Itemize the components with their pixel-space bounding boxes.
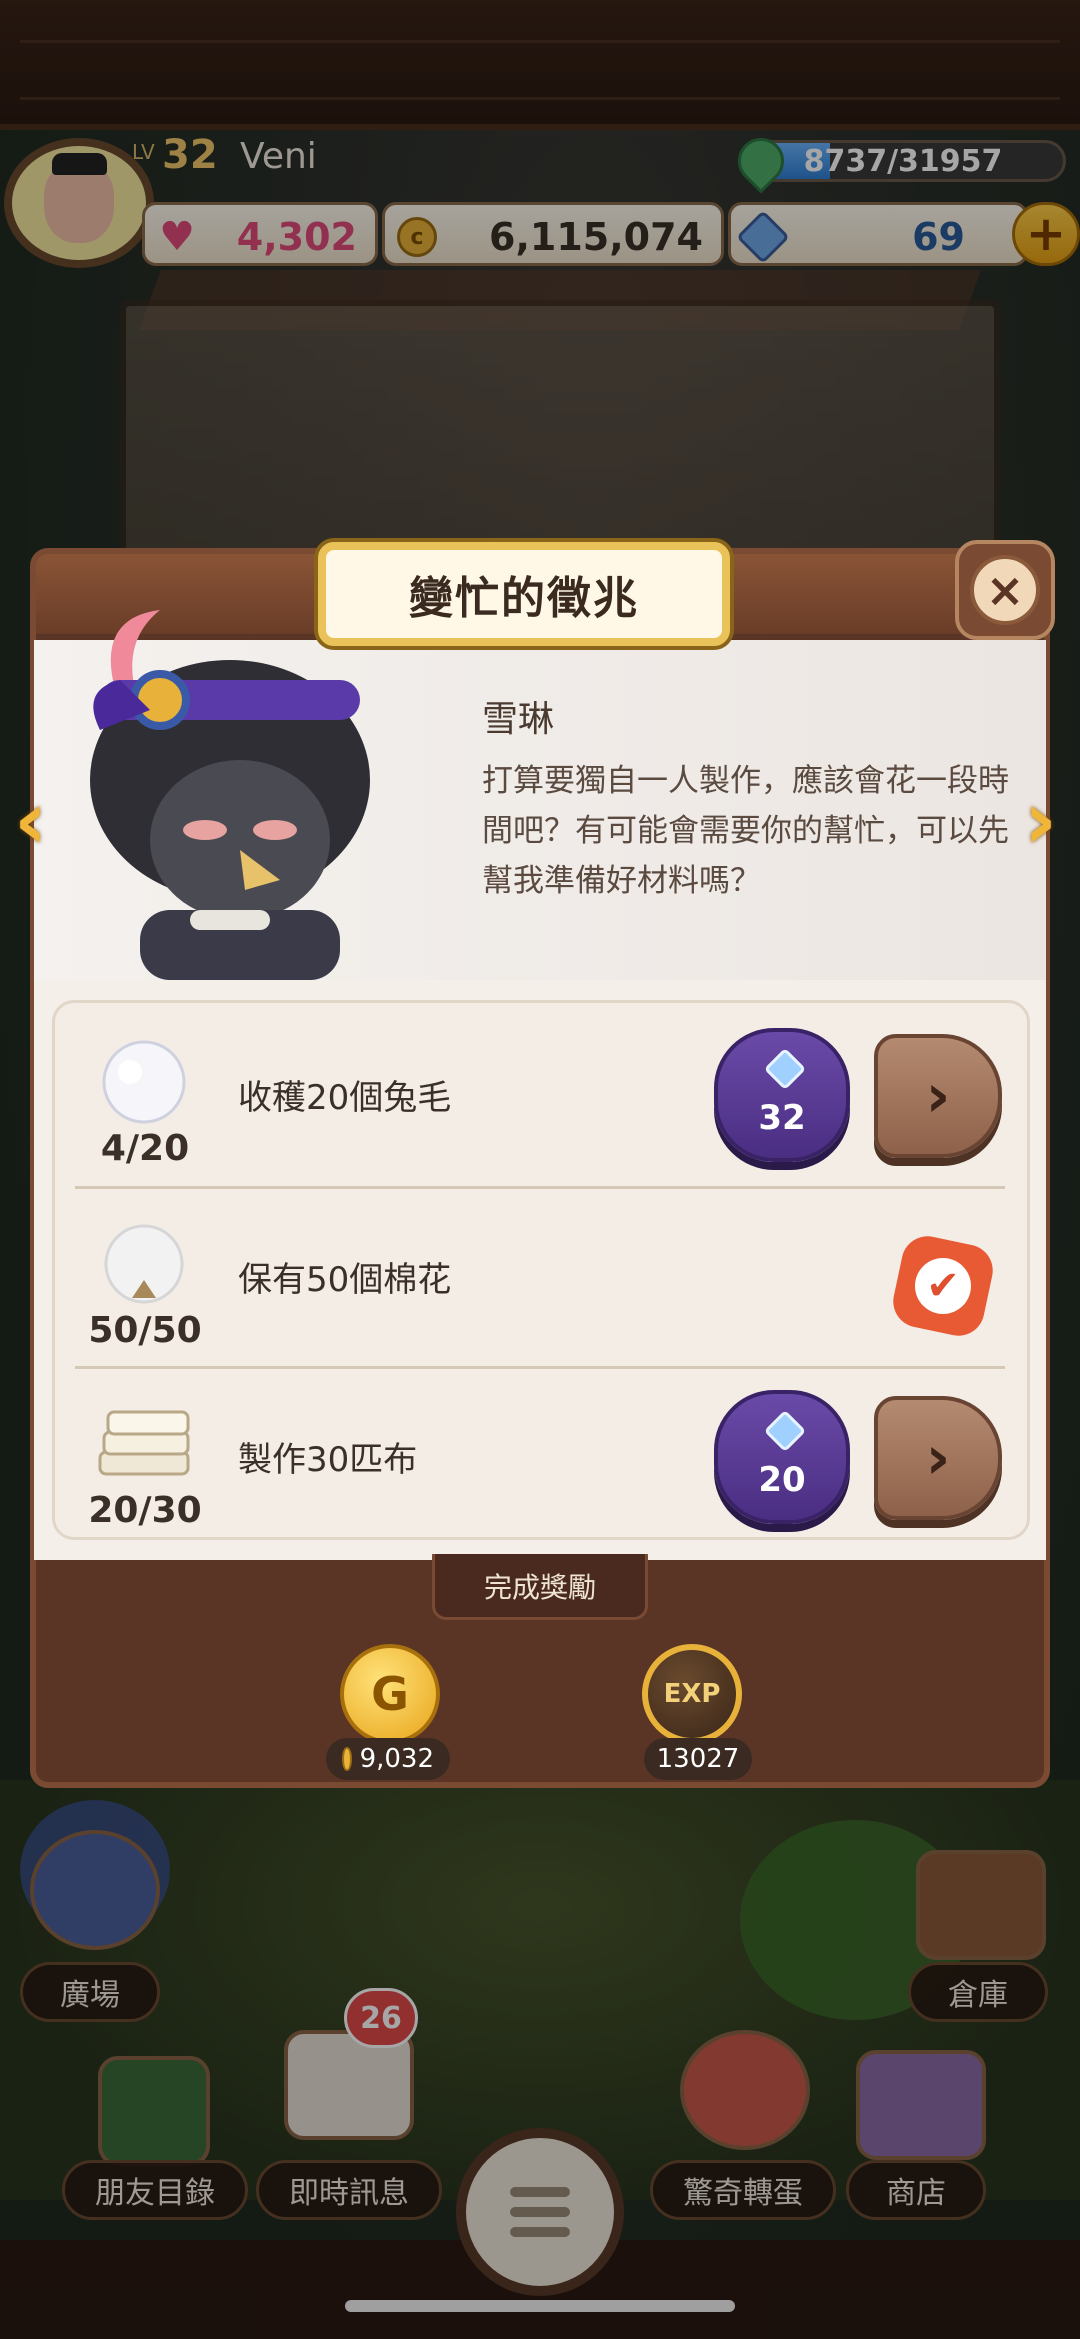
gem-cost: 20 (758, 1460, 806, 1500)
go-to-task-button[interactable]: › (874, 1034, 1002, 1158)
divider (75, 1366, 1005, 1369)
task-complete-badge: ✔ (888, 1231, 998, 1341)
divider (75, 1186, 1005, 1189)
gem-cost: 32 (758, 1098, 806, 1138)
task-progress: 50/50 (88, 1310, 202, 1351)
task-label: 製作30匹布 (238, 1440, 418, 1480)
task-label: 收穫20個兔毛 (238, 1078, 452, 1118)
task-progress: 20/30 (88, 1490, 202, 1531)
checkmark-icon: ✔ (915, 1258, 971, 1314)
task-progress: 4/20 (100, 1128, 190, 1169)
dialog-title: 變忙的徵兆 (318, 542, 730, 646)
gem-complete-button[interactable]: 32 (714, 1028, 850, 1162)
gold-reward-amount: 9,032 (326, 1738, 450, 1780)
coin-icon (342, 1747, 352, 1771)
close-dialog-button[interactable]: × (955, 540, 1055, 640)
rabbit-fur-icon (92, 1038, 196, 1134)
cloth-icon (92, 1400, 196, 1496)
previous-quest-arrow[interactable]: ‹ (14, 781, 58, 861)
cotton-icon (92, 1220, 196, 1316)
task-row: 50/50 保有50個棉花 ✔ (52, 1192, 1030, 1372)
gem-icon (763, 1409, 807, 1453)
gem-complete-button[interactable]: 20 (714, 1390, 850, 1524)
speaker-name: 雪琳 (482, 699, 555, 740)
dialog-message: 打算要獨自一人製作，應該會花一段時間吧？有可能會需要你的幫忙，可以先幫我準備好材… (482, 763, 1009, 899)
go-to-task-button[interactable]: › (874, 1396, 1002, 1520)
gold-reward-icon: G (340, 1644, 440, 1744)
task-row: 20/30 製作30匹布 20 › (52, 1372, 1030, 1552)
task-label: 保有50個棉花 (238, 1260, 452, 1300)
reward-header: 完成獎勵 (432, 1554, 648, 1620)
next-quest-arrow[interactable]: › (1024, 781, 1068, 861)
close-icon: × (970, 555, 1040, 625)
gem-icon (763, 1047, 807, 1091)
gold-reward-value: 9,032 (359, 1744, 434, 1774)
task-row: 4/20 收穫20個兔毛 32 › (52, 1010, 1030, 1190)
exp-reward-icon: EXP (642, 1644, 742, 1744)
exp-reward-amount: 13027 (644, 1738, 752, 1780)
